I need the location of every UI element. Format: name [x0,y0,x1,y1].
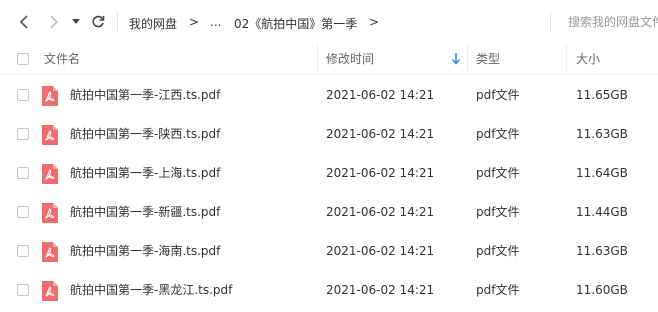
pdf-file-icon [42,125,58,145]
file-name[interactable]: 航拍中国第一季-海南.ts.pdf [70,232,220,270]
search-input[interactable] [560,12,658,32]
refresh-button[interactable] [88,12,108,32]
pdf-file-icon [42,242,58,262]
file-name[interactable]: 航拍中国第一季-新疆.ts.pdf [70,193,220,231]
file-modified: 2021-06-02 14:21 [326,88,435,102]
breadcrumb-current[interactable]: 02《航拍中国》第一季 [234,15,357,32]
row-checkbox[interactable] [17,245,29,257]
row-checkbox[interactable] [17,89,29,101]
row-checkbox[interactable] [17,206,29,218]
file-name[interactable]: 航拍中国第一季-江西.ts.pdf [70,76,220,114]
breadcrumb-root[interactable]: 我的网盘 [129,15,177,32]
file-name[interactable]: 航拍中国第一季-上海.ts.pdf [70,154,220,192]
file-type: pdf文件 [476,283,520,297]
select-all-checkbox[interactable] [17,53,29,65]
column-divider [566,44,567,74]
file-row[interactable]: 航拍中国第一季-江西.ts.pdf 2021-06-02 14:21 pdf文件 11… [0,76,658,114]
row-checkbox[interactable] [17,167,29,179]
file-type: pdf文件 [476,127,520,141]
file-modified: 2021-06-02 14:21 [326,244,435,258]
caret-down-icon [72,19,80,24]
column-header-modified[interactable]: 修改时间 [326,44,374,74]
sort-down-arrow-icon[interactable] [451,53,461,65]
file-type: pdf文件 [476,244,520,258]
file-row[interactable]: 航拍中国第一季-上海.ts.pdf 2021-06-02 14:21 pdf文件 11… [0,154,658,192]
file-type: pdf文件 [476,88,520,102]
file-size: 11.44GB [576,205,628,219]
column-header-name[interactable]: 文件名 [44,44,80,74]
breadcrumb-ellipsis[interactable]: ... [210,15,221,29]
column-divider [467,44,468,74]
file-type: pdf文件 [476,205,520,219]
forward-button[interactable] [44,12,64,32]
column-divider [317,44,318,74]
file-modified: 2021-06-02 14:21 [326,127,435,141]
toolbar: 我的网盘 > ... 02《航拍中国》第一季 > [0,0,658,44]
search-divider [550,12,551,32]
file-type: pdf文件 [476,166,520,180]
column-header-type[interactable]: 类型 [476,44,500,74]
file-row[interactable]: 航拍中国第一季-陕西.ts.pdf 2021-06-02 14:21 pdf文件 11… [0,115,658,153]
table-header: 文件名 修改时间 类型 大小 [0,44,658,75]
file-size: 11.63GB [576,244,628,258]
row-checkbox[interactable] [17,284,29,296]
file-modified: 2021-06-02 14:21 [326,205,435,219]
back-button[interactable] [14,12,34,32]
pdf-file-icon [42,281,58,301]
file-name[interactable]: 航拍中国第一季-黑龙江.ts.pdf [70,271,232,309]
file-row[interactable]: 航拍中国第一季-黑龙江.ts.pdf 2021-06-02 14:21 pdf文件 1… [0,271,658,309]
refresh-icon [92,15,105,28]
chevron-right-icon [50,15,59,29]
file-size: 11.60GB [576,283,628,297]
file-row[interactable]: 航拍中国第一季-新疆.ts.pdf 2021-06-02 14:21 pdf文件 11… [0,193,658,231]
chevron-left-icon [19,15,28,29]
file-row[interactable]: 航拍中国第一季-海南.ts.pdf 2021-06-02 14:21 pdf文件 11… [0,232,658,270]
pdf-file-icon [42,164,58,184]
history-dropdown-button[interactable] [68,12,84,32]
file-size: 11.63GB [576,127,628,141]
toolbar-divider [117,12,118,32]
pdf-file-icon [42,203,58,223]
breadcrumb-separator: > [189,15,200,29]
breadcrumb-separator: > [369,15,380,29]
column-header-size[interactable]: 大小 [576,44,600,74]
pdf-file-icon [42,86,58,106]
file-modified: 2021-06-02 14:21 [326,283,435,297]
file-name[interactable]: 航拍中国第一季-陕西.ts.pdf [70,115,220,153]
file-size: 11.64GB [576,166,628,180]
row-checkbox[interactable] [17,128,29,140]
file-size: 11.65GB [576,88,628,102]
file-modified: 2021-06-02 14:21 [326,166,435,180]
